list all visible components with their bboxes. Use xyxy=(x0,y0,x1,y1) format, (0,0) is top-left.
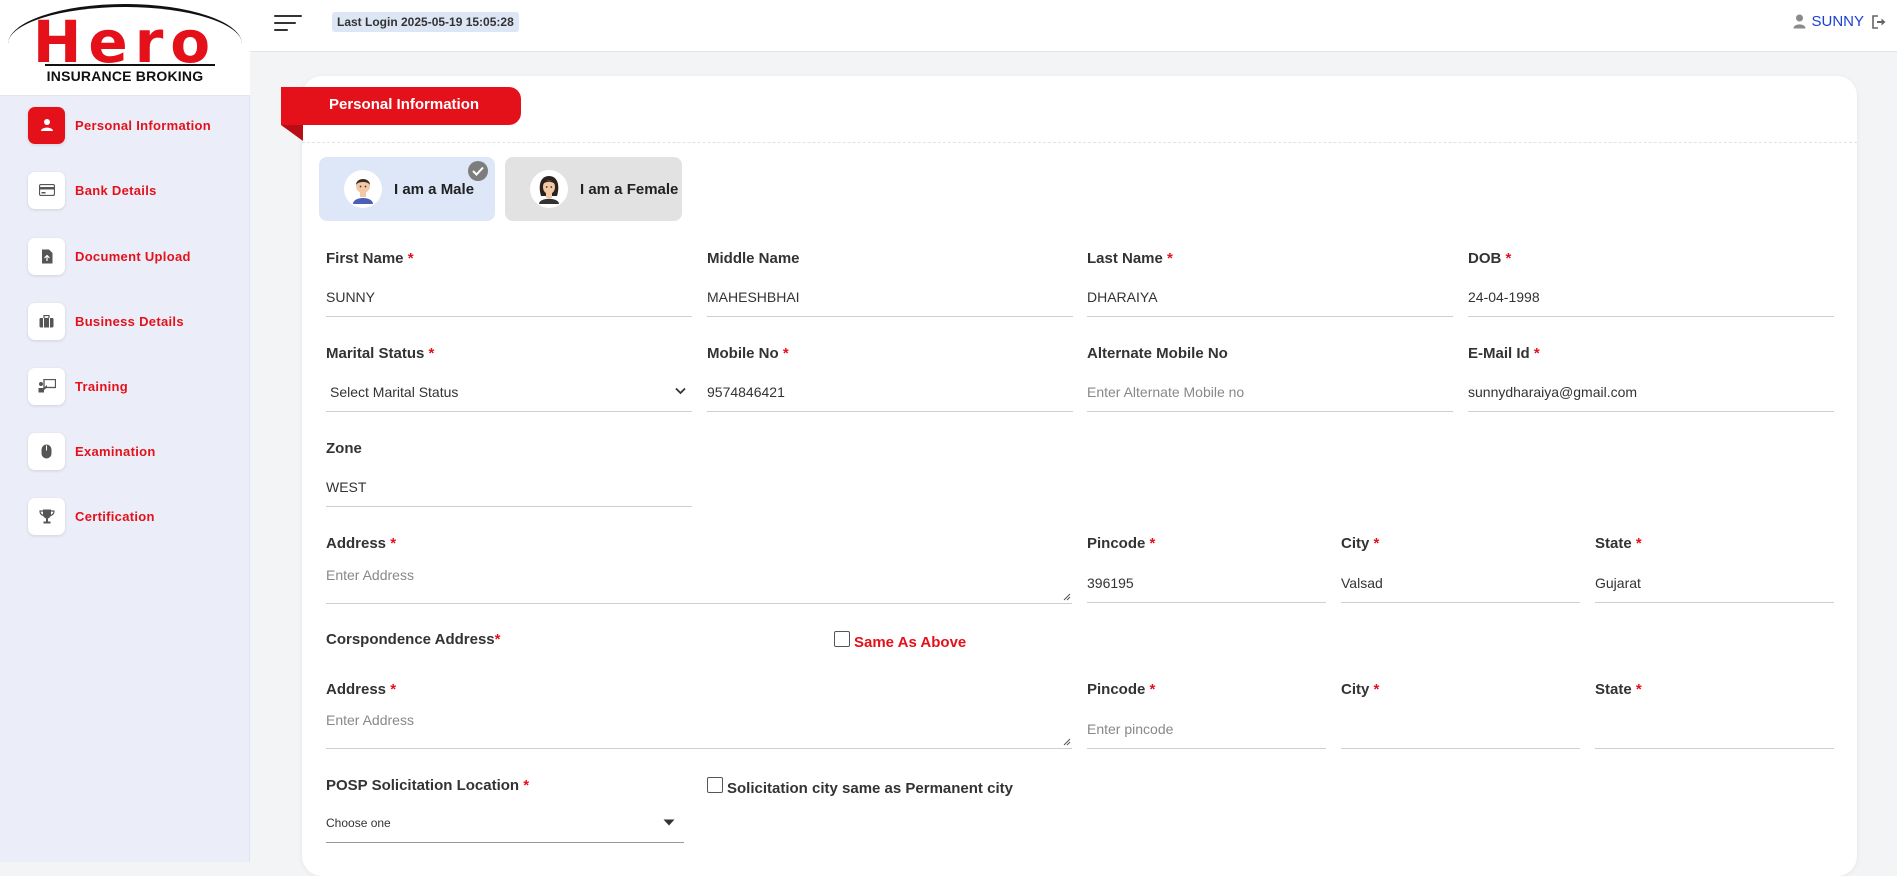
corr-city-label: City * xyxy=(1341,681,1380,698)
address-textarea[interactable]: Enter Address xyxy=(326,561,1072,604)
resize-handle-icon[interactable] xyxy=(1063,593,1071,601)
sidebar-item-label: Certification xyxy=(75,508,155,524)
logo-word: Hero xyxy=(32,8,218,76)
address-placeholder: Enter Address xyxy=(326,567,414,583)
sidebar-item-label: Bank Details xyxy=(75,182,157,198)
presentation-icon xyxy=(28,367,65,405)
dob-label: DOB * xyxy=(1468,250,1512,267)
selected-check-icon xyxy=(468,161,488,181)
middle-name-field[interactable]: MAHESHBHAI xyxy=(707,277,1073,317)
alternate-mobile-label: Alternate Mobile No xyxy=(1087,345,1228,362)
corr-address-label: Address * xyxy=(326,681,397,698)
document-icon xyxy=(28,237,65,275)
sidebar: Hero INSURANCE BROKING Personal Informat… xyxy=(0,0,250,862)
same-as-above-checkbox[interactable] xyxy=(834,631,850,647)
sidebar-item-label: Personal Information xyxy=(75,117,212,133)
sidebar-item-examination[interactable]: Examination xyxy=(28,432,156,470)
corr-address-placeholder: Enter Address xyxy=(326,712,414,728)
male-avatar-icon xyxy=(344,170,382,208)
hero-logo[interactable]: Hero INSURANCE BROKING xyxy=(0,0,250,96)
ribbon-fold xyxy=(281,125,303,141)
corr-state-label: State * xyxy=(1595,681,1642,698)
sidebar-item-training[interactable]: Training xyxy=(28,367,128,405)
chevron-down-icon xyxy=(675,387,686,395)
logout-icon[interactable] xyxy=(1872,14,1887,29)
marital-status-value: Select Marital Status xyxy=(330,383,459,400)
dob-field[interactable]: 24-04-1998 xyxy=(1468,277,1834,317)
mouse-icon xyxy=(28,432,65,470)
posp-location-label: POSP Solicitation Location * xyxy=(326,777,530,794)
gender-female-label: I am a Female xyxy=(580,180,679,198)
sidebar-item-personal-information[interactable]: Personal Information xyxy=(28,106,211,144)
last-name-field[interactable]: DHARAIYA xyxy=(1087,277,1453,317)
user-menu[interactable]: SUNNY xyxy=(1793,13,1887,30)
sidebar-item-document-upload[interactable]: Document Upload xyxy=(28,237,191,275)
alternate-mobile-field[interactable]: Enter Alternate Mobile no xyxy=(1087,372,1453,412)
state-label: State * xyxy=(1595,535,1642,552)
corr-pincode-label: Pincode * xyxy=(1087,681,1156,698)
mobile-label: Mobile No * xyxy=(707,345,789,362)
marital-status-label: Marital Status * xyxy=(326,345,435,362)
first-name-field[interactable]: SUNNY xyxy=(326,277,692,317)
corr-city-field[interactable] xyxy=(1341,709,1580,749)
caret-down-icon xyxy=(663,819,675,826)
correspondence-address-heading: Corspondence Address* xyxy=(326,631,501,648)
marital-status-select[interactable]: Select Marital Status xyxy=(326,372,692,412)
divider xyxy=(302,142,1857,143)
city-field[interactable]: Valsad xyxy=(1341,563,1580,603)
pincode-label: Pincode * xyxy=(1087,535,1156,552)
sidebar-item-label: Examination xyxy=(75,443,156,459)
posp-location-value: Choose one xyxy=(326,815,391,830)
zone-field[interactable]: WEST xyxy=(326,467,692,507)
user-icon xyxy=(28,106,65,144)
resize-handle-icon[interactable] xyxy=(1063,738,1071,746)
first-name-label: First Name * xyxy=(326,250,414,267)
sidebar-item-certification[interactable]: Certification xyxy=(28,497,155,535)
female-avatar-icon xyxy=(530,170,568,208)
zone-label: Zone xyxy=(326,440,362,457)
gender-male-label: I am a Male xyxy=(394,180,475,198)
state-field[interactable]: Gujarat xyxy=(1595,563,1834,603)
same-as-above-label[interactable]: Same As Above xyxy=(854,634,966,651)
middle-name-label: Middle Name xyxy=(707,250,800,267)
posp-location-select[interactable]: Choose one xyxy=(326,803,684,843)
sidebar-item-label: Document Upload xyxy=(75,248,191,264)
solicitation-same-checkbox[interactable] xyxy=(707,777,723,793)
menu-toggle-icon[interactable] xyxy=(274,14,302,34)
topbar: Last Login 2025-05-19 15:05:28 SUNNY xyxy=(250,0,1897,52)
trophy-icon xyxy=(28,497,65,535)
logo-underline xyxy=(45,64,215,66)
city-label: City * xyxy=(1341,535,1380,552)
corr-state-field[interactable] xyxy=(1595,709,1834,749)
user-name[interactable]: SUNNY xyxy=(1811,13,1864,30)
sidebar-item-business-details[interactable]: Business Details xyxy=(28,302,184,340)
card-icon xyxy=(28,171,65,209)
section-tab-personal-information: Personal Information xyxy=(281,87,521,125)
mobile-field[interactable]: 9574846421 xyxy=(707,372,1073,412)
sidebar-item-label: Training xyxy=(75,378,128,394)
sidebar-item-label: Business Details xyxy=(75,313,184,329)
last-login-badge: Last Login 2025-05-19 15:05:28 xyxy=(332,12,519,32)
sidebar-item-bank-details[interactable]: Bank Details xyxy=(28,171,157,209)
pincode-field[interactable]: 396195 xyxy=(1087,563,1326,603)
gender-female-option[interactable]: I am a Female xyxy=(505,157,682,221)
briefcase-icon xyxy=(28,302,65,340)
corr-address-textarea[interactable]: Enter Address xyxy=(326,706,1072,749)
email-label: E-Mail Id * xyxy=(1468,345,1540,362)
solicitation-same-label[interactable]: Solicitation city same as Permanent city xyxy=(727,780,1013,797)
address-label: Address * xyxy=(326,535,397,552)
corr-pincode-field[interactable]: Enter pincode xyxy=(1087,709,1326,749)
last-name-label: Last Name * xyxy=(1087,250,1173,267)
logo-subtitle: INSURANCE BROKING xyxy=(46,68,204,84)
email-field[interactable]: sunnydharaiya@gmail.com xyxy=(1468,372,1834,412)
user-icon xyxy=(1793,14,1806,29)
